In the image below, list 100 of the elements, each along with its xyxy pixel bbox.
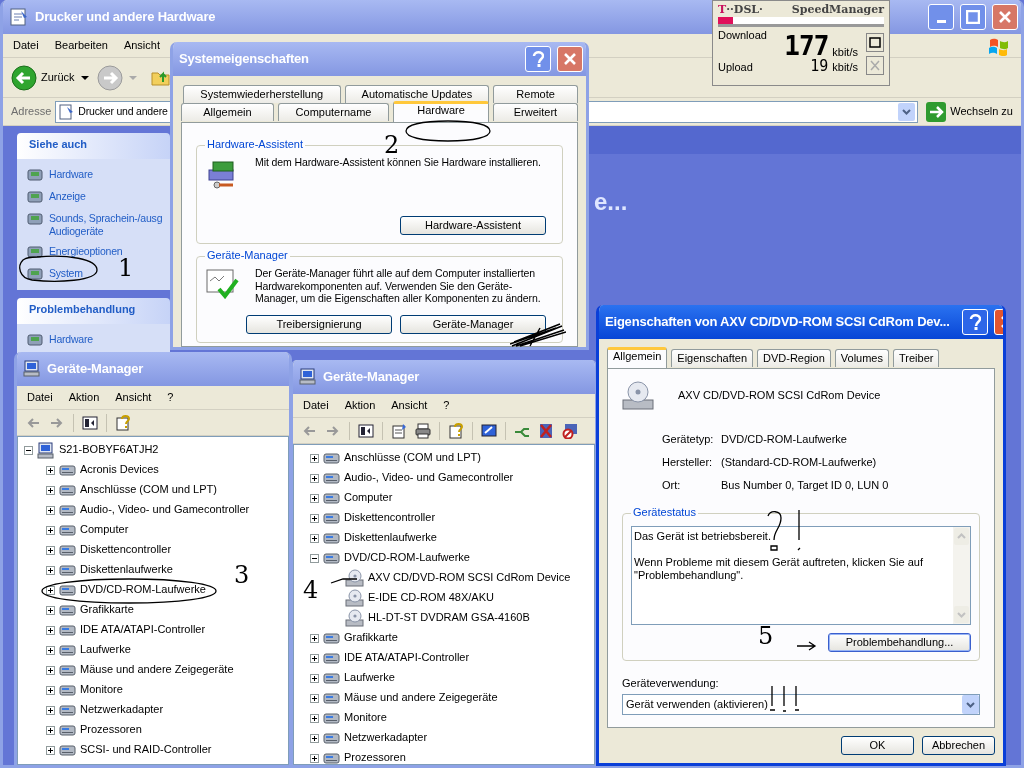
menu-item[interactable]: Bearbeiten [54,38,108,53]
expand-icon[interactable] [310,653,319,663]
tree-item[interactable]: Audio-, Video- und Gamecontroller [344,471,514,485]
menu-item[interactable]: Datei [13,38,39,53]
tab[interactable]: Erweitert [492,103,578,121]
help-button[interactable] [525,46,551,72]
tree-item[interactable]: Computer [80,523,129,537]
remove-device-icon[interactable] [538,422,554,439]
tab[interactable]: DVD-Region [757,349,831,367]
tree-item[interactable]: Monitore [80,683,123,697]
tree-item[interactable]: Diskettencontroller [344,511,436,525]
collapse-icon[interactable] [310,553,319,563]
expand-icon[interactable] [46,625,55,635]
dialog-button[interactable]: Geräte-Manager [400,314,546,335]
menu-item[interactable]: ? [443,398,450,413]
tree-item[interactable]: Mäuse und andere Zeigegeräte [344,691,498,705]
tree-item[interactable]: IDE ATA/ATAPI-Controller [80,623,206,637]
expand-icon[interactable] [46,545,55,555]
panel-link[interactable]: Hardware [49,333,93,346]
troubleshoot-button[interactable]: Problembehandlung... [828,632,971,652]
expand-icon[interactable] [310,473,319,483]
usage-dropdown[interactable]: Gerät verwenden (aktivieren) [622,693,980,715]
window-toggle-icon[interactable] [866,33,884,53]
expand-icon[interactable] [46,685,55,695]
help-icon[interactable] [448,422,464,439]
tab[interactable]: Allgemein [181,103,274,121]
expand-icon[interactable] [310,493,319,503]
expand-icon[interactable] [46,465,55,475]
menu-item[interactable]: Datei [27,390,53,405]
tree-item[interactable]: AXV CD/DVD-ROM SCSI CdRom Device [368,571,571,585]
tree-item[interactable]: IDE ATA/ATAPI-Controller [344,651,470,665]
expand-icon[interactable] [46,525,55,535]
tree-item[interactable]: Prozessoren [80,723,142,737]
panel-toggle-icon[interactable] [82,414,98,431]
dialog-button[interactable]: Abbrechen [922,735,995,755]
panel-toggle-icon[interactable] [358,422,374,439]
panel-link[interactable]: Anzeige [49,190,86,203]
properties-icon[interactable] [391,422,407,439]
tab[interactable]: Automatische Updates [344,85,490,103]
expand-icon[interactable] [310,673,319,683]
tab[interactable]: Treiber [893,349,940,367]
help-icon[interactable] [115,414,131,431]
tree-item[interactable]: Netzwerkadapter [344,731,428,745]
scan-hardware-icon[interactable] [481,422,497,439]
expand-icon[interactable] [310,453,319,463]
tab[interactable]: Allgemein [607,347,668,368]
tree-item[interactable]: Laufwerke [344,671,395,685]
dialog-button[interactable]: OK [841,735,914,755]
menu-item[interactable]: Ansicht [391,398,428,413]
maximize-button[interactable] [960,4,986,30]
tree-item[interactable]: S21-BOBYF6ATJH2 [59,443,159,457]
menu-item[interactable]: ? [167,390,174,405]
disable-device-icon[interactable] [562,422,578,439]
tree-item[interactable]: Grafikkarte [80,603,134,617]
tree-item[interactable]: Prozessoren [344,751,406,764]
collapse-icon[interactable] [24,445,33,455]
expand-icon[interactable] [46,605,55,615]
tree-item[interactable]: Laufwerke [80,643,131,657]
panel-link[interactable]: Hardware [49,168,93,181]
menu-item[interactable]: Aktion [344,398,376,413]
expand-icon[interactable] [310,713,319,723]
tree-item[interactable]: Mäuse und andere Zeigegeräte [80,663,234,677]
expand-icon[interactable] [46,505,55,515]
tree-item[interactable]: Audio-, Video- und Gamecontroller [80,503,250,517]
tree-item[interactable]: E-IDE CD-ROM 48X/AKU [368,591,494,605]
go-button[interactable]: Wechseln zu [926,101,1013,122]
tab[interactable]: Hardware [393,101,489,122]
expand-icon[interactable] [46,745,55,755]
minimize-button[interactable] [928,4,954,30]
tree-item[interactable]: HL-DT-ST DVDRAM GSA-4160B [368,611,530,625]
tree-item[interactable]: Netzwerkadapter [80,703,164,717]
tree-item[interactable]: Computer [344,491,393,505]
expand-icon[interactable] [310,513,319,523]
tree-item[interactable]: Anschlüsse (COM und LPT) [80,483,217,497]
menu-item[interactable]: Ansicht [123,38,160,53]
tree-item[interactable]: Monitore [344,711,387,725]
help-button[interactable] [961,309,988,335]
expand-icon[interactable] [310,693,319,703]
dialog-button[interactable]: Treibersignierung [246,314,392,335]
printer-icon[interactable] [415,422,431,439]
close-button[interactable] [557,46,583,72]
menu-item[interactable]: Datei [303,398,329,413]
expand-icon[interactable] [46,725,55,735]
panel-link[interactable]: Sounds, Sprachein-/ausg Audiogeräte [49,212,163,238]
expand-icon[interactable] [310,533,319,543]
expand-icon[interactable] [310,753,319,763]
tab[interactable]: Computername [277,103,390,121]
dropdown-icon[interactable] [898,102,916,121]
tab[interactable]: Volumes [834,349,889,367]
expand-icon[interactable] [46,645,55,655]
panel-link[interactable]: Energieoptionen [49,245,123,258]
tree-item[interactable]: Grafikkarte [344,631,398,645]
expand-icon[interactable] [46,565,55,575]
tree-item[interactable]: Diskettencontroller [80,543,172,557]
menu-item[interactable]: Aktion [68,390,100,405]
expand-icon[interactable] [310,733,319,743]
tree-item[interactable]: Diskettenlaufwerke [80,563,173,577]
tree-item[interactable]: SCSI- und RAID-Controller [80,743,212,757]
tree-item[interactable]: Diskettenlaufwerke [344,531,437,545]
menu-item[interactable]: Ansicht [115,390,152,405]
